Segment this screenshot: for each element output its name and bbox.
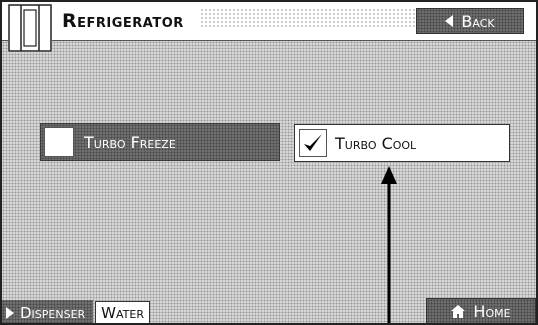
turbo-cool-checkbox[interactable] xyxy=(299,129,327,157)
dispenser-value: Water xyxy=(95,301,150,323)
turbo-cool-label: Turbo Cool xyxy=(335,133,417,153)
home-button-label: Home xyxy=(473,302,511,321)
turbo-freeze-checkbox[interactable] xyxy=(44,127,74,157)
turbo-freeze-label: Turbo Freeze xyxy=(84,132,176,152)
dispenser-button[interactable]: Dispenser xyxy=(2,300,94,323)
header-bar: Refrigerator Back xyxy=(2,2,536,41)
turbo-cool-option[interactable]: Turbo Cool xyxy=(294,124,510,162)
refrigerator-screen: Refrigerator Back Turbo Freeze Turbo Coo… xyxy=(0,0,538,325)
refrigerator-icon xyxy=(8,4,52,52)
turbo-freeze-option[interactable]: Turbo Freeze xyxy=(40,123,280,161)
dispenser-status[interactable]: Dispenser Water xyxy=(2,300,192,323)
page-title: Refrigerator xyxy=(62,10,184,32)
dispenser-label: Dispenser xyxy=(20,303,86,322)
home-icon xyxy=(451,305,466,318)
checkmark-icon xyxy=(304,134,322,151)
back-arrow-icon xyxy=(445,15,454,27)
home-button[interactable]: Home xyxy=(426,298,536,323)
back-button[interactable]: Back xyxy=(416,8,524,34)
header-pattern xyxy=(200,8,422,28)
callout-arrow xyxy=(381,166,397,323)
back-button-label: Back xyxy=(461,11,495,31)
play-arrow-icon xyxy=(6,306,14,319)
